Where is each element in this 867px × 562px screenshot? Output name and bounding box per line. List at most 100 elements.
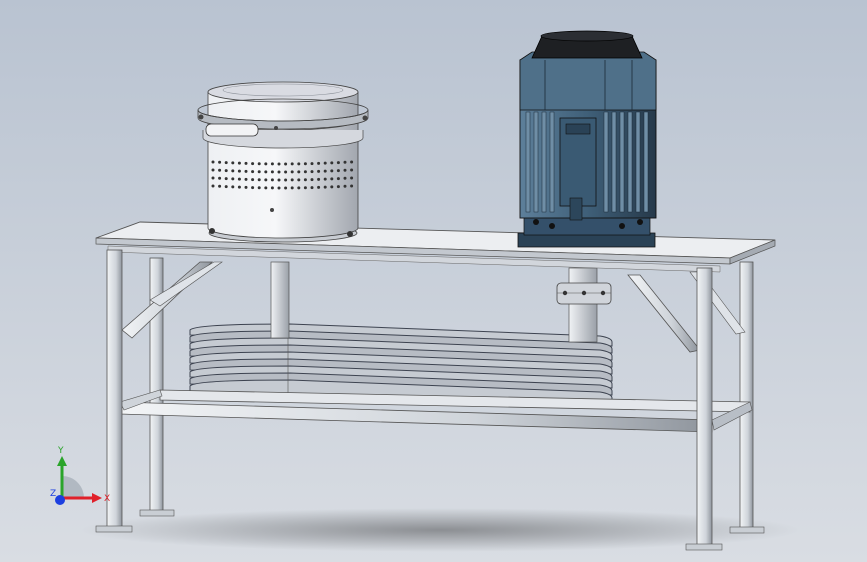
perforation-hole (257, 186, 261, 190)
perforation-hole (218, 184, 222, 188)
perforation-hole (350, 184, 354, 188)
coupling-bolt (581, 290, 587, 296)
perforation-hole (284, 162, 288, 166)
housing-bolt (209, 228, 215, 234)
cooling-fin (533, 111, 539, 213)
perforation-hole (317, 169, 321, 173)
motor-bolt (533, 219, 539, 225)
perforation-hole (270, 170, 274, 174)
front-left-foot (95, 525, 133, 533)
motor-bolt (619, 223, 625, 229)
motor-fan-cap-top (540, 30, 634, 42)
perforation-hole (224, 185, 228, 189)
front-right-leg[interactable] (696, 267, 713, 547)
front-left-leg[interactable] (106, 249, 123, 529)
perforation-hole (303, 170, 307, 174)
perforation-hole (284, 178, 288, 182)
perforation-hole (297, 178, 301, 182)
cooling-fin (603, 111, 609, 213)
housing-bolt (270, 208, 274, 212)
perforation-hole (264, 170, 268, 174)
perforation-hole (336, 169, 340, 173)
triad-z-axis (55, 495, 65, 505)
perforation-hole (297, 170, 301, 174)
cooling-fin (541, 111, 547, 213)
housing-bolt (362, 115, 368, 121)
perforation-hole (343, 184, 347, 188)
perforation-hole (330, 177, 334, 181)
perforation-hole (257, 170, 261, 174)
perforation-hole (317, 185, 321, 189)
perforation-hole (350, 176, 354, 180)
perforation-hole (323, 161, 327, 165)
triad-z-label: Z (50, 489, 56, 499)
cad-model-scene[interactable]: Y X Z (0, 0, 867, 562)
perforation-hole (284, 186, 288, 190)
cooling-fin (549, 111, 555, 213)
perforation-hole (244, 177, 248, 181)
perforation-hole (264, 162, 268, 166)
housing-bolt (274, 126, 278, 130)
housing-window[interactable] (205, 123, 259, 137)
triad-y-label: Y (57, 446, 64, 456)
perforation-hole (310, 178, 314, 182)
perforation-hole (251, 170, 255, 174)
perforation-hole (297, 186, 301, 190)
perforation-hole (277, 170, 281, 174)
back-right-foot (729, 526, 765, 534)
disc-stack[interactable] (189, 323, 613, 403)
perforation-hole (297, 162, 301, 166)
perforation-hole (211, 160, 215, 164)
perforation-hole (264, 178, 268, 182)
filter-housing[interactable] (197, 81, 369, 243)
perforation-hole (350, 160, 354, 164)
perforation-hole (323, 177, 327, 181)
perforation-hole (317, 161, 321, 165)
perforation-hole (330, 185, 334, 189)
cooling-fin (525, 111, 531, 213)
back-left-foot (139, 509, 175, 517)
perforation-hole (277, 186, 281, 190)
cad-viewport[interactable]: Y X Z (0, 0, 867, 562)
perforation-hole (284, 170, 288, 174)
perforation-hole (350, 168, 354, 172)
perforation-hole (330, 169, 334, 173)
perforation-hole (231, 185, 235, 189)
perforation-hole (251, 186, 255, 190)
viewport-background (0, 0, 867, 562)
perforation-hole (218, 160, 222, 164)
perforation-hole (290, 186, 294, 190)
electric-motor[interactable] (517, 30, 657, 248)
coupling-bolt (562, 290, 568, 296)
perforation-hole (224, 177, 228, 181)
perforation-hole (270, 162, 274, 166)
perforation-hole (237, 161, 241, 165)
cooling-fin (635, 111, 641, 213)
perforation-hole (211, 176, 215, 180)
cooling-fin (627, 111, 633, 213)
perforation-hole (257, 162, 261, 166)
perforation-hole (310, 170, 314, 174)
perforation-hole (237, 169, 241, 173)
cooling-fin (619, 111, 625, 213)
perforation-hole (251, 162, 255, 166)
perforation-hole (270, 186, 274, 190)
motor-bolt (637, 219, 643, 225)
perforation-hole (244, 161, 248, 165)
housing-bolt (198, 114, 204, 120)
perforation-hole (224, 161, 228, 165)
perforation-hole (231, 177, 235, 181)
perforation-hole (244, 169, 248, 173)
left-shaft[interactable] (270, 261, 290, 339)
perforation-hole (257, 178, 261, 182)
housing-bolt (347, 231, 353, 237)
perforation-hole (277, 178, 281, 182)
perforation-hole (277, 162, 281, 166)
perforation-hole (231, 161, 235, 165)
back-right-leg[interactable] (739, 261, 754, 531)
perforation-hole (231, 169, 235, 173)
right-shaft[interactable] (568, 267, 598, 343)
perforation-hole (237, 185, 241, 189)
perforation-hole (303, 162, 307, 166)
perforation-hole (323, 169, 327, 173)
